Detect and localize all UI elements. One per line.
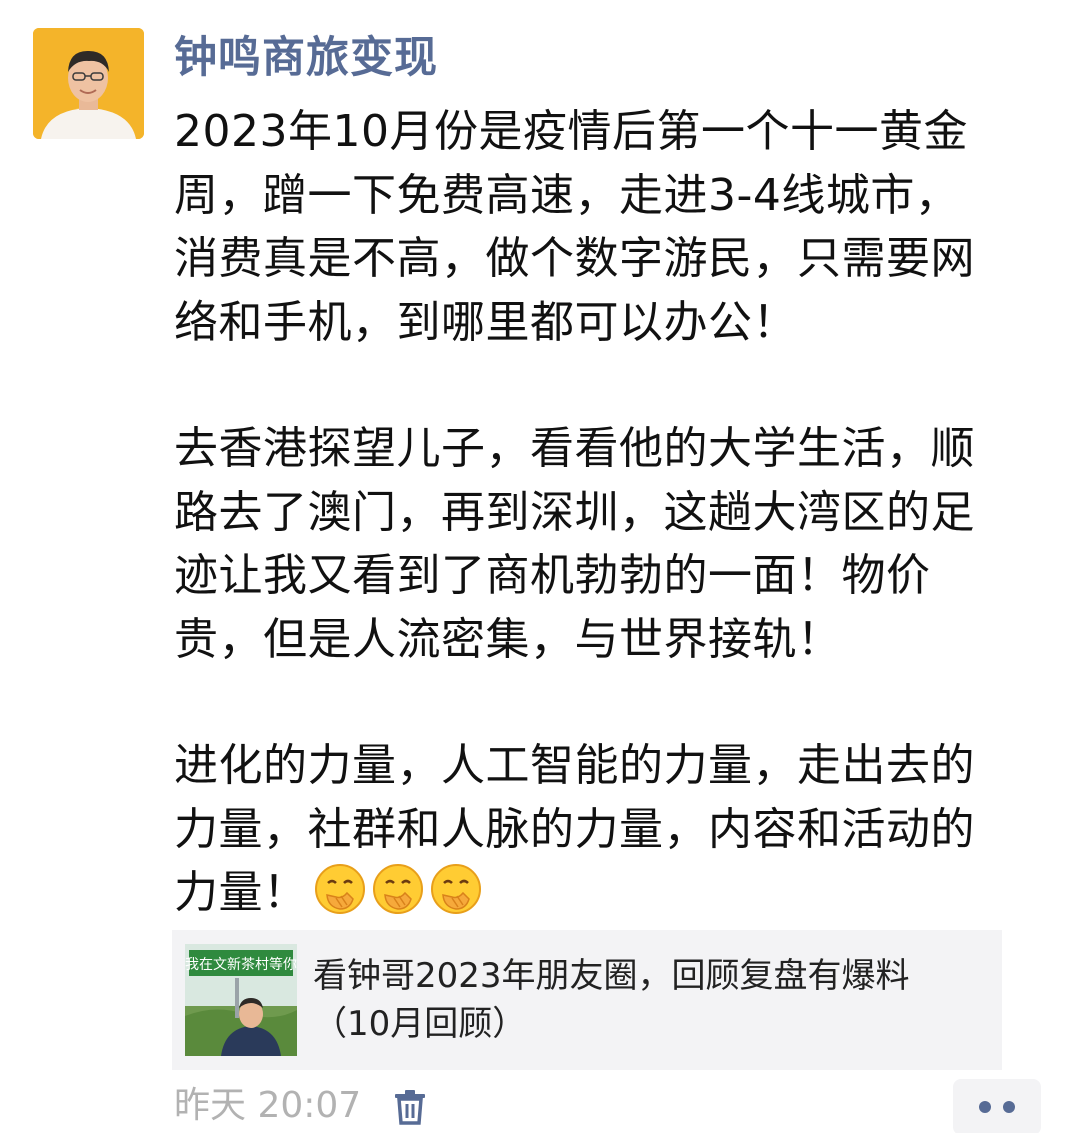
avatar[interactable]	[33, 28, 144, 139]
face-with-hand-over-mouth-icon	[314, 864, 365, 914]
moments-post: 钟鸣商旅变现 2023年10月份是疫情后第一个十一黄金 周，蹭一下免费高速，走进…	[0, 0, 1080, 1133]
emoji-row	[308, 864, 482, 918]
article-title[interactable]: 看钟哥2023年朋友圈，回顾复盘有爆料（10月回顾）	[313, 952, 953, 1048]
shared-article-card[interactable]: 我在文新茶村等你 看钟哥2023年朋友圈，回顾复盘有爆料（10月回顾）	[172, 930, 1002, 1070]
sign-text: 我在文新茶村等你	[185, 956, 297, 973]
more-dots-icon	[1003, 1101, 1015, 1113]
article-photo-icon: 我在文新茶村等你	[185, 944, 297, 1056]
post-paragraph: 去香港探望儿子，看看他的大学生活，顺 路去了澳门，再到深圳，这趟大湾区的足 迹让…	[174, 423, 975, 665]
face-with-hand-over-mouth-icon	[430, 864, 481, 914]
post-timestamp: 昨天 20:07	[174, 1085, 362, 1126]
more-dots-icon	[979, 1101, 991, 1113]
more-actions-button[interactable]	[953, 1079, 1041, 1133]
post-text: 2023年10月份是疫情后第一个十一黄金 周，蹭一下免费高速，走进3-4线城市，…	[174, 100, 1044, 925]
author-name[interactable]: 钟鸣商旅变现	[174, 30, 438, 86]
delete-button[interactable]	[391, 1088, 429, 1126]
post-paragraph: 2023年10月份是疫情后第一个十一黄金 周，蹭一下免费高速，走进3-4线城市，…	[174, 106, 975, 348]
post-paragraph: 进化的力量，人工智能的力量，走出去的 力量，社群和人脉的力量，内容和活动的 力量…	[174, 734, 1044, 925]
person-portrait-icon	[33, 28, 144, 139]
trash-icon	[395, 1090, 425, 1125]
article-thumbnail: 我在文新茶村等你	[185, 944, 297, 1056]
face-with-hand-over-mouth-icon	[372, 864, 423, 914]
post-paragraph-text: 进化的力量，人工智能的力量，走出去的 力量，社群和人脉的力量，内容和活动的 力量…	[174, 740, 975, 918]
